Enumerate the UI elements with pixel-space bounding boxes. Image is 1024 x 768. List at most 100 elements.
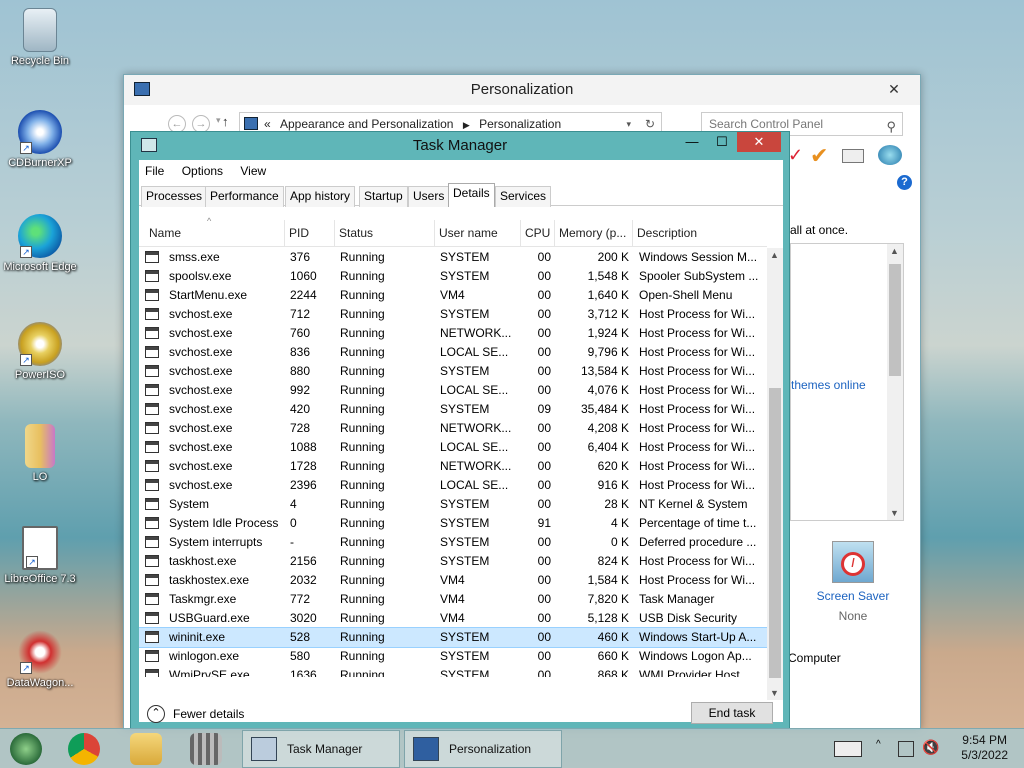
process-pid: 760	[290, 326, 311, 340]
recent-pages-chevron-icon[interactable]: ▾	[216, 115, 221, 126]
tab-processes[interactable]: Processes	[141, 186, 208, 207]
table-row[interactable]: svchost.exe 712 Running SYSTEM 00 3,712 K Host…	[139, 305, 767, 324]
taskbar-button-personalization[interactable]: Personalization	[404, 730, 562, 768]
desktop-icon-edge[interactable]: ↗ Microsoft Edge	[2, 214, 78, 274]
table-row[interactable]: winlogon.exe 580 Running SYSTEM 00 660 K Windo…	[139, 647, 767, 666]
process-cpu: 00	[537, 364, 551, 378]
breadcrumb-separator-icon[interactable]: ▶	[463, 120, 470, 130]
screen-saver-setting[interactable]: / Screen Saver None	[784, 541, 922, 641]
table-row[interactable]: taskhostex.exe 2032 Running VM4 00 1,584 K Hos…	[139, 571, 767, 590]
personalization-content-visible: ✓ ✔ ? all at once. themes online ▲ ▼ / S…	[784, 137, 922, 731]
table-row[interactable]: WmiPrvSE.exe 1636 Running SYSTEM 00 868 K WMI …	[139, 666, 767, 677]
start-button-icon[interactable]	[10, 733, 42, 765]
scroll-up-icon[interactable]: ▲	[770, 250, 779, 260]
process-user: VM4	[440, 288, 465, 302]
clock[interactable]: 9:54 PM 5/3/2022	[961, 733, 1008, 763]
maximize-icon[interactable]: ☐	[707, 132, 737, 152]
process-status: Running	[340, 592, 385, 606]
breadcrumb-item[interactable]: Appearance and Personalization	[280, 117, 453, 131]
process-user: LOCAL SE...	[440, 440, 509, 454]
themes-list[interactable]: themes online ▲ ▼	[790, 243, 904, 521]
fewer-details-button[interactable]: ⌃ Fewer details	[147, 705, 244, 723]
process-user: SYSTEM	[440, 250, 490, 264]
taskbar-button-task-manager[interactable]: Task Manager	[242, 730, 400, 768]
up-arrow-icon[interactable]: ↑	[222, 114, 229, 129]
network-icon[interactable]	[898, 741, 914, 757]
column-header-cpu[interactable]: CPU	[521, 220, 555, 247]
desktop-icon-datawagon[interactable]: ↗ DataWagon...	[2, 630, 78, 690]
minimize-icon[interactable]: —	[677, 132, 707, 152]
table-row[interactable]: svchost.exe 836 Running LOCAL SE... 00 9,796 …	[139, 343, 767, 362]
process-pid: 2032	[290, 573, 317, 587]
chrome-icon[interactable]	[68, 733, 100, 765]
desktop-icon-recycle-bin[interactable]: Recycle Bin	[2, 8, 78, 68]
task-manager-titlebar[interactable]: Task Manager — ☐ ✕	[131, 132, 789, 160]
get-more-themes-link[interactable]: themes online	[791, 378, 866, 392]
table-row[interactable]: svchost.exe 760 Running NETWORK... 00 1,924 K…	[139, 324, 767, 343]
table-row[interactable]: System Idle Process 0 Running SYSTEM 91 4 K Pe…	[139, 514, 767, 533]
table-row[interactable]: Taskmgr.exe 772 Running VM4 00 7,820 K Task Ma…	[139, 590, 767, 609]
process-memory: 4,076 K	[587, 383, 629, 397]
process-pid: 2396	[290, 478, 317, 492]
keyboard-icon[interactable]	[834, 741, 862, 757]
tab-startup[interactable]: Startup	[359, 186, 408, 207]
breadcrumb-item[interactable]: Personalization	[479, 117, 561, 131]
desktop-icon-libreoffice[interactable]: ↗ LibreOffice 7.3	[2, 526, 78, 586]
menu-options[interactable]: Options	[182, 164, 223, 178]
close-icon[interactable]: ✕	[874, 79, 914, 99]
tab-services[interactable]: Services	[495, 186, 552, 207]
menu-view[interactable]: View	[240, 164, 266, 178]
window-title: Personalization	[470, 81, 574, 98]
scroll-thumb[interactable]	[889, 264, 901, 376]
menu-file[interactable]: File	[145, 164, 164, 178]
personalization-titlebar[interactable]: Personalization ✕	[124, 75, 920, 105]
column-header-memory[interactable]: Memory (p...	[555, 220, 633, 247]
table-row[interactable]: svchost.exe 992 Running LOCAL SE... 00 4,076 …	[139, 381, 767, 400]
table-row[interactable]: svchost.exe 1088 Running LOCAL SE... 00 6,404…	[139, 438, 767, 457]
scroll-down-icon[interactable]: ▼	[770, 688, 779, 698]
tab-users[interactable]: Users	[408, 186, 450, 207]
table-row[interactable]: System interrupts - Running SYSTEM 00 0 K Defe…	[139, 533, 767, 552]
table-row[interactable]: spoolsv.exe 1060 Running SYSTEM 00 1,548 K Spo…	[139, 267, 767, 286]
tab-details[interactable]: Details	[448, 183, 495, 207]
table-row[interactable]: System 4 Running SYSTEM 00 28 K NT Kernel & Sy…	[139, 495, 767, 514]
tab-performance[interactable]: Performance	[205, 186, 284, 207]
process-description: Windows Logon Ap...	[639, 649, 752, 663]
table-row[interactable]: svchost.exe 2396 Running LOCAL SE... 00 916 K…	[139, 476, 767, 495]
themes-scrollbar[interactable]: ▲ ▼	[887, 244, 903, 520]
show-hidden-icons-chevron-icon[interactable]: ^	[876, 739, 881, 750]
file-explorer-icon[interactable]	[130, 733, 162, 765]
close-icon[interactable]: ✕	[737, 132, 781, 152]
table-row[interactable]: svchost.exe 728 Running NETWORK... 00 4,208 K…	[139, 419, 767, 438]
process-cpu: 00	[537, 573, 551, 587]
process-memory: 1,640 K	[587, 288, 629, 302]
scroll-down-icon[interactable]: ▼	[890, 508, 899, 518]
table-row[interactable]: taskhost.exe 2156 Running SYSTEM 00 824 K Host…	[139, 552, 767, 571]
desktop-icon-lo[interactable]: LO	[2, 424, 78, 484]
table-row[interactable]: USBGuard.exe 3020 Running VM4 00 5,128 K USB D…	[139, 609, 767, 628]
tab-app-history[interactable]: App history	[285, 186, 356, 207]
column-header-status[interactable]: Status	[335, 220, 435, 247]
column-header-name[interactable]: Name	[145, 220, 285, 247]
table-row[interactable]: smss.exe 376 Running SYSTEM 00 200 K Windows S…	[139, 248, 767, 267]
desktop-icon-cdburnerxp[interactable]: ↗ CDBurnerXP	[2, 110, 78, 170]
help-icon[interactable]: ?	[897, 175, 912, 190]
process-icon	[145, 384, 159, 396]
scroll-thumb[interactable]	[769, 388, 781, 678]
vertical-scrollbar[interactable]: ▲ ▼	[767, 248, 783, 700]
table-row[interactable]: StartMenu.exe 2244 Running VM4 00 1,640 K Open…	[139, 286, 767, 305]
table-row[interactable]: svchost.exe 880 Running SYSTEM 00 13,584 K Hos…	[139, 362, 767, 381]
column-header-description[interactable]: Description	[633, 220, 767, 247]
process-icon	[145, 593, 159, 605]
search-placeholder: Search Control Panel	[709, 117, 824, 131]
column-header-pid[interactable]: PID	[285, 220, 335, 247]
scroll-up-icon[interactable]: ▲	[890, 246, 899, 256]
end-task-button[interactable]: End task	[691, 702, 773, 724]
column-header-user-name[interactable]: User name	[435, 220, 521, 247]
table-row[interactable]: svchost.exe 420 Running SYSTEM 09 35,484 K Hos…	[139, 400, 767, 419]
table-row[interactable]: wininit.exe 528 Running SYSTEM 00 460 K Window…	[139, 627, 767, 648]
volume-muted-icon[interactable]: 🔇	[922, 739, 939, 756]
table-row[interactable]: svchost.exe 1728 Running NETWORK... 00 620 K H…	[139, 457, 767, 476]
desktop-icon-poweriso[interactable]: ↗ PowerISO	[2, 322, 78, 382]
wall-app-icon[interactable]	[190, 733, 222, 765]
